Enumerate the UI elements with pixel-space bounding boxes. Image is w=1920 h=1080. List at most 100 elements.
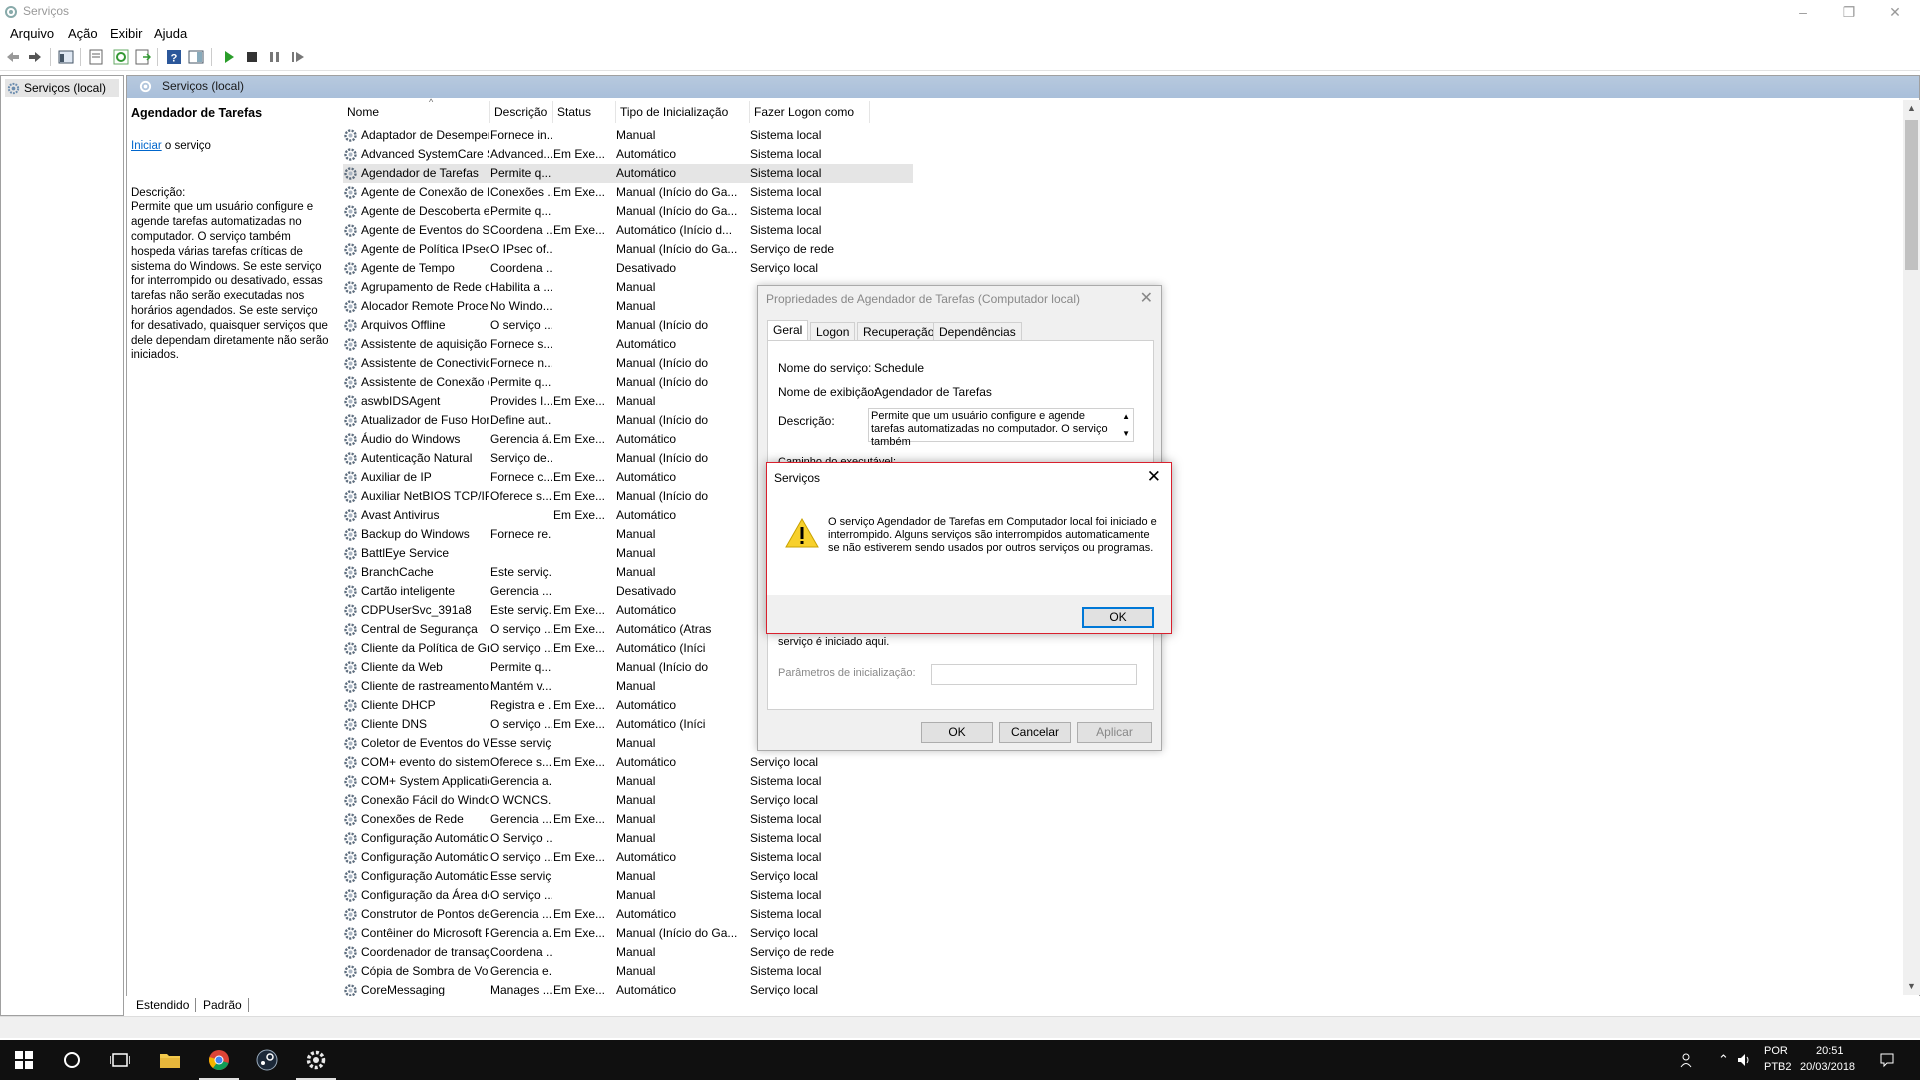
cell-startup-type: Manual (Início do Ga...: [616, 185, 738, 199]
table-row[interactable]: Configuração Automática d...O serviço ..…: [343, 848, 913, 867]
properties-close-icon[interactable]: ✕: [1140, 288, 1153, 308]
stop-service-icon[interactable]: [244, 49, 260, 65]
message-ok-button[interactable]: OK: [1082, 607, 1154, 628]
table-row[interactable]: Agente de Conexão de RedeConexões ...Em …: [343, 183, 913, 202]
props-ok-button[interactable]: OK: [921, 722, 993, 743]
cell-startup-type: Manual: [616, 831, 656, 845]
cell-name: Auxiliar NetBIOS TCP/IP: [361, 489, 489, 503]
cell-name: Cópia de Sombra de Volume: [361, 964, 489, 978]
column-header-name[interactable]: Nome ^: [343, 97, 490, 123]
file-explorer-taskbar-button[interactable]: [146, 1040, 194, 1080]
desc-scroll-up-icon[interactable]: ▲: [1122, 410, 1130, 423]
service-gear-icon: [343, 584, 358, 599]
language-indicator-1[interactable]: POR: [1764, 1045, 1788, 1057]
menu-exibir[interactable]: Exibir: [110, 26, 143, 41]
cell-name: Assistente de Conectividad...: [361, 356, 489, 370]
steam-taskbar-button[interactable]: [243, 1040, 291, 1080]
table-row[interactable]: Configuração Automática d...Esse serviç.…: [343, 867, 913, 886]
table-row[interactable]: Agente de Eventos do Siste...Coordena ..…: [343, 221, 913, 240]
restore-button[interactable]: ❐: [1826, 0, 1872, 24]
message-close-icon[interactable]: ✕: [1147, 467, 1161, 487]
table-row[interactable]: Agente de Descoberta em S...Permite q...…: [343, 202, 913, 221]
start-parameters-label: Parâmetros de inicialização:: [778, 667, 916, 679]
scroll-thumb[interactable]: [1905, 120, 1918, 270]
table-row[interactable]: Agendador de Tarefas Permite q... Automáti…: [343, 164, 913, 183]
cell-startup-type: Automático: [616, 147, 677, 161]
cell-status: Em Exe...: [553, 603, 606, 617]
restart-service-icon[interactable]: [290, 49, 306, 65]
description-box[interactable]: Permite que um usuário configure e agend…: [868, 408, 1134, 448]
cell-name: Autenticação Natural: [361, 451, 473, 465]
menu-acao[interactable]: Ação: [68, 26, 98, 41]
table-row[interactable]: COM+ evento do sistema Oferece s... Em Exe…: [343, 753, 913, 772]
table-row[interactable]: Advanced SystemCare Servi...Advanced...E…: [343, 145, 913, 164]
language-indicator-2[interactable]: PTB2: [1764, 1061, 1792, 1073]
scroll-down-arrow-icon[interactable]: ▼: [1903, 978, 1920, 995]
start-button[interactable]: [0, 1040, 48, 1080]
service-name-label: Nome do serviço:: [778, 361, 872, 375]
extended-description-panel: Agendador de Tarefas Iniciar o serviço D…: [131, 106, 331, 363]
table-row[interactable]: Cópia de Sombra de VolumeGerencia e... Ma…: [343, 962, 913, 981]
service-name-value: Schedule: [874, 361, 925, 375]
show-hide-action-pane-icon[interactable]: [188, 49, 204, 65]
services-taskbar-button[interactable]: [292, 1040, 340, 1080]
cell-name: Conexões de Rede: [361, 812, 464, 826]
start-parameters-input[interactable]: [931, 664, 1137, 685]
search-button[interactable]: [48, 1040, 96, 1080]
props-apply-button[interactable]: Aplicar: [1077, 722, 1152, 743]
service-gear-icon: [343, 356, 358, 371]
cell-startup-type: Desativado: [616, 261, 677, 275]
table-row[interactable]: Adaptador de Desempenho...Fornece in... M…: [343, 126, 913, 145]
column-header-description[interactable]: Descrição: [490, 101, 553, 123]
properties-sheet-icon[interactable]: [88, 49, 104, 65]
tab-dependencias[interactable]: Dependências: [933, 322, 1022, 340]
column-header-logon-as[interactable]: Fazer Logon como: [750, 101, 870, 123]
chrome-taskbar-button[interactable]: [195, 1040, 243, 1080]
show-hidden-icons-chevron-icon[interactable]: ⌃: [1718, 1052, 1729, 1068]
tab-estendido[interactable]: Estendido: [130, 998, 197, 1012]
people-icon[interactable]: [1680, 1052, 1696, 1068]
table-row[interactable]: Construtor de Pontos de Ext...Gerencia .…: [343, 905, 913, 924]
tree-node-services-local[interactable]: Serviços (local): [5, 79, 119, 97]
clock-date[interactable]: 20/03/2018: [1800, 1061, 1855, 1073]
cell-startup-type: Manual: [616, 793, 656, 807]
cell-description: Permite q...: [490, 660, 552, 674]
notification-center-icon[interactable]: [1879, 1052, 1895, 1068]
table-row[interactable]: Agente de Tempo Coordena ... Desativado Ser…: [343, 259, 913, 278]
clock-time[interactable]: 20:51: [1816, 1045, 1844, 1057]
scroll-up-arrow-icon[interactable]: ▲: [1903, 100, 1920, 117]
table-row[interactable]: Contêiner do Microsoft Pas...Gerencia a.…: [343, 924, 913, 943]
tab-padrao[interactable]: Padrão: [197, 998, 249, 1012]
table-row[interactable]: Configuração Automática c...O Serviço ..…: [343, 829, 913, 848]
tab-geral[interactable]: Geral: [767, 320, 809, 341]
pause-service-icon[interactable]: [267, 49, 283, 65]
table-row[interactable]: Configuração da Área de Tr...O serviço .…: [343, 886, 913, 905]
menu-ajuda[interactable]: Ajuda: [154, 26, 187, 41]
vertical-scrollbar[interactable]: ▲ ▼: [1903, 100, 1920, 995]
column-header-status[interactable]: Status: [553, 101, 616, 123]
speaker-icon[interactable]: [1736, 1052, 1752, 1068]
close-button[interactable]: ✕: [1872, 0, 1918, 24]
start-service-link[interactable]: Iniciar: [131, 140, 162, 152]
menu-arquivo[interactable]: Arquivo: [10, 26, 54, 41]
forward-arrow-icon[interactable]: [27, 49, 43, 65]
console-tree-icon[interactable]: [58, 49, 74, 65]
column-header-startup-type[interactable]: Tipo de Inicialização: [616, 101, 750, 123]
help-icon[interactable]: ?: [166, 49, 182, 65]
task-view-button[interactable]: [96, 1040, 144, 1080]
tab-logon[interactable]: Logon: [810, 322, 856, 340]
table-row[interactable]: Agente de Política IPsec O IPsec of... Man…: [343, 240, 913, 259]
table-row[interactable]: Coordenador de transações...Coordena ...…: [343, 943, 913, 962]
tab-recuperacao[interactable]: Recuperação: [857, 322, 941, 340]
cell-startup-type: Automático (Iníci: [616, 717, 706, 731]
desc-scroll-down-icon[interactable]: ▼: [1122, 427, 1130, 440]
minimize-button[interactable]: –: [1780, 0, 1826, 24]
back-arrow-icon[interactable]: [5, 49, 21, 65]
export-list-icon[interactable]: [135, 49, 151, 65]
table-row[interactable]: COM+ System Application Gerencia a... Manu…: [343, 772, 913, 791]
table-row[interactable]: Conexão Fácil do Windows ...O WCNCS... Ma…: [343, 791, 913, 810]
refresh-icon[interactable]: [113, 49, 129, 65]
start-service-icon[interactable]: [221, 49, 237, 65]
table-row[interactable]: Conexões de Rede Gerencia ... Em Exe... Man…: [343, 810, 913, 829]
props-cancel-button[interactable]: Cancelar: [999, 722, 1071, 743]
